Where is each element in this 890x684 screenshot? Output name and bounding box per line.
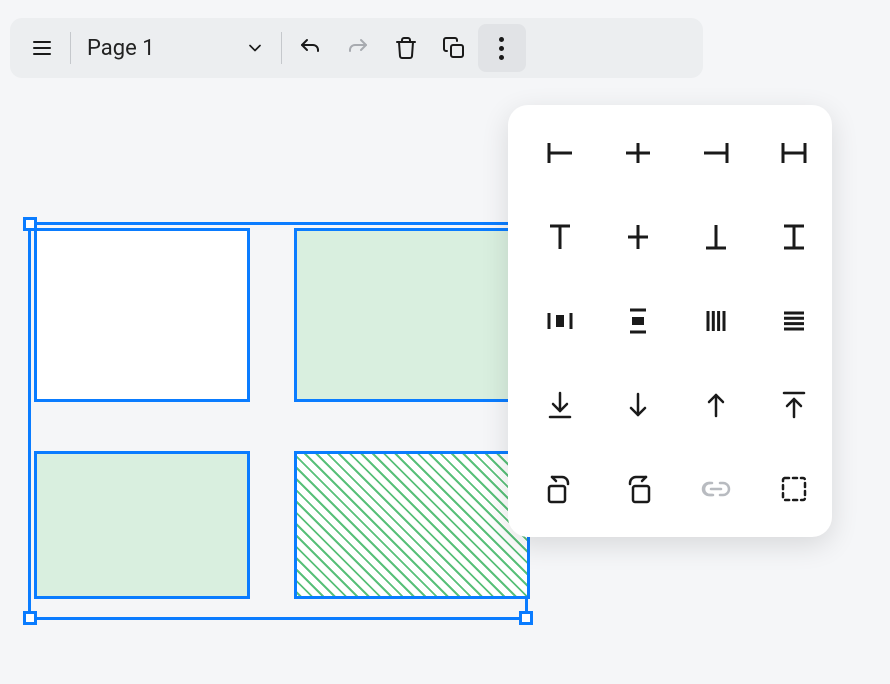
resize-handle-bl[interactable] (23, 611, 37, 625)
distribute-rows-icon (778, 305, 810, 337)
more-vertical-icon (499, 37, 504, 60)
align-center-v-button[interactable] (610, 209, 666, 265)
selection-bounds-icon (778, 473, 810, 505)
copy-button[interactable] (430, 24, 478, 72)
redo-button[interactable] (334, 24, 382, 72)
align-left-button[interactable] (532, 125, 588, 181)
link-icon (700, 473, 732, 505)
send-to-back-button[interactable] (532, 377, 588, 433)
hatch-pattern (294, 451, 530, 599)
rotate-right-button[interactable] (610, 461, 666, 517)
alignment-panel (508, 105, 832, 537)
align-right-icon (700, 137, 732, 169)
menu-icon (30, 36, 54, 60)
align-center-h-icon (622, 137, 654, 169)
page-selector[interactable]: Page 1 (75, 24, 277, 72)
selection-bounds-button[interactable] (766, 461, 822, 517)
align-stretch-h-button[interactable] (766, 125, 822, 181)
arrow-up-line-icon (778, 389, 810, 421)
align-top-button[interactable] (532, 209, 588, 265)
selection-bounds[interactable] (28, 222, 528, 620)
grid-cell[interactable] (294, 228, 530, 402)
distribute-rows-button[interactable] (766, 293, 822, 349)
design-canvas[interactable] (28, 222, 528, 622)
send-backward-button[interactable] (610, 377, 666, 433)
align-top-icon (544, 221, 576, 253)
rotate-right-icon (622, 473, 654, 505)
distribute-columns-button[interactable] (688, 293, 744, 349)
align-stretch-h-icon (778, 137, 810, 169)
arrow-down-icon (622, 389, 654, 421)
distribute-h-icon (544, 305, 576, 337)
trash-icon (394, 36, 418, 60)
align-left-icon (544, 137, 576, 169)
bring-to-front-button[interactable] (766, 377, 822, 433)
page-label: Page 1 (87, 36, 155, 61)
align-center-h-button[interactable] (610, 125, 666, 181)
copy-icon (442, 36, 466, 60)
arrow-down-line-icon (544, 389, 576, 421)
undo-button[interactable] (286, 24, 334, 72)
arrow-up-icon (700, 389, 732, 421)
grid-cell[interactable] (34, 228, 250, 402)
align-stretch-v-icon (778, 221, 810, 253)
align-right-button[interactable] (688, 125, 744, 181)
distribute-columns-icon (700, 305, 732, 337)
align-center-v-icon (622, 221, 654, 253)
link-button[interactable] (688, 461, 744, 517)
toolbar-divider (70, 32, 71, 64)
main-toolbar: Page 1 (10, 18, 703, 78)
bring-forward-button[interactable] (688, 377, 744, 433)
more-options-button[interactable] (478, 24, 526, 72)
toolbar-divider (281, 32, 282, 64)
rotate-left-icon (544, 473, 576, 505)
align-stretch-v-button[interactable] (766, 209, 822, 265)
distribute-v-button[interactable] (610, 293, 666, 349)
align-bottom-icon (700, 221, 732, 253)
undo-icon (298, 36, 322, 60)
grid-cell[interactable] (34, 451, 250, 599)
rotate-left-button[interactable] (532, 461, 588, 517)
delete-button[interactable] (382, 24, 430, 72)
distribute-v-icon (622, 305, 654, 337)
grid-cell[interactable] (294, 451, 530, 599)
hamburger-menu-button[interactable] (18, 24, 66, 72)
chevron-down-icon (245, 38, 265, 58)
distribute-h-button[interactable] (532, 293, 588, 349)
align-bottom-button[interactable] (688, 209, 744, 265)
resize-handle-br[interactable] (519, 611, 533, 625)
redo-icon (346, 36, 370, 60)
resize-handle-tl[interactable] (23, 217, 37, 231)
